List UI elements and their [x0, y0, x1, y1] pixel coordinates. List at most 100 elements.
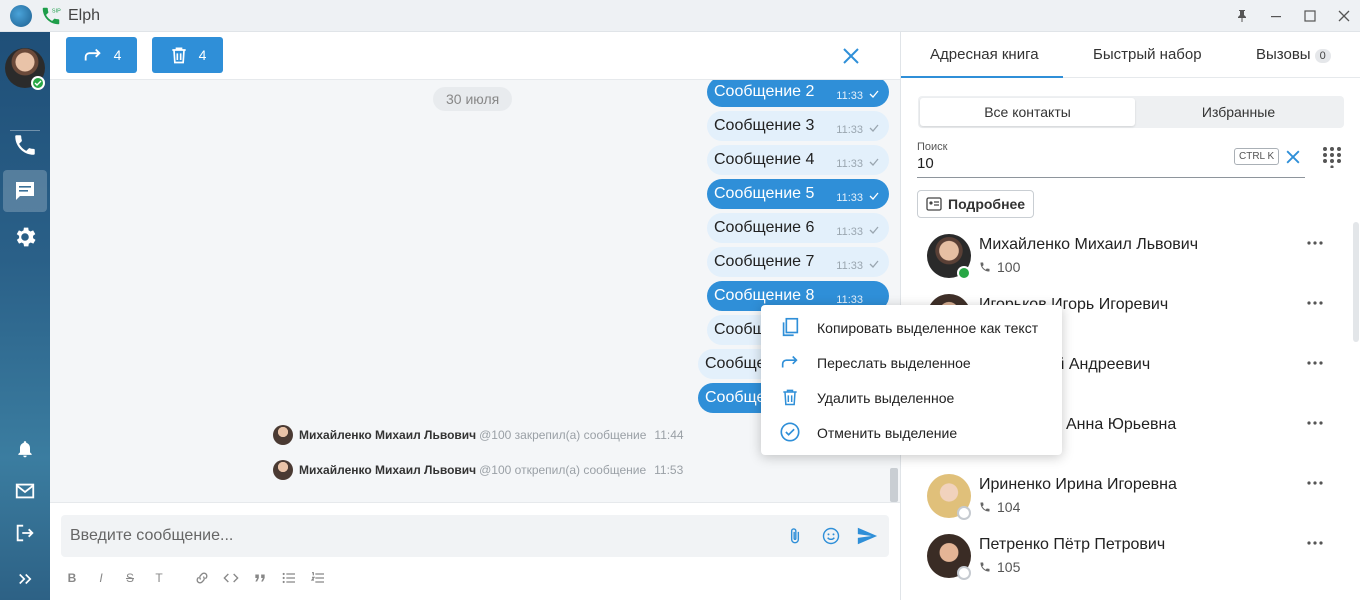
- minimize-icon: [1271, 16, 1281, 18]
- attach-button[interactable]: [783, 524, 807, 548]
- link-icon: [196, 572, 208, 584]
- format-strike-button[interactable]: S: [121, 569, 139, 587]
- format-bold-button[interactable]: B: [63, 569, 81, 587]
- contact-extension: 105: [979, 559, 1020, 575]
- chat-scrollbar[interactable]: [890, 468, 898, 502]
- event-action: @100 открепил(а) сообщение: [479, 463, 647, 477]
- more-options-icon[interactable]: [1307, 480, 1323, 486]
- bullet-list-icon: [282, 572, 295, 584]
- tab-speed-dial[interactable]: Быстрый набор: [1093, 46, 1202, 63]
- message-time: 11:33: [836, 192, 863, 204]
- cancel-selection-button[interactable]: [839, 44, 863, 68]
- segment-favorites[interactable]: Избранные: [1135, 98, 1342, 126]
- phone-icon: [980, 262, 990, 272]
- app-logo-icon: [10, 4, 32, 27]
- forward-icon: [84, 48, 101, 61]
- menu-item-forward-selected[interactable]: Переслать выделенное: [761, 345, 1062, 380]
- avatar: [273, 460, 293, 480]
- message-text: Сообщение 5: [714, 185, 815, 202]
- read-check-icon: [869, 124, 879, 132]
- more-options-icon[interactable]: [1307, 360, 1323, 366]
- dialpad-icon[interactable]: [1322, 146, 1342, 168]
- system-event: Михайленко Михаил Львович @100 закрепил(…: [273, 424, 684, 446]
- extension-number: 105: [997, 559, 1021, 575]
- offline-status-icon: [957, 566, 971, 580]
- contact-row[interactable]: Ириненко Ирина Игоревна 104: [901, 466, 1347, 526]
- details-button[interactable]: Подробнее: [917, 190, 1035, 218]
- message-bubble[interactable]: Сообщение 7 11:33: [707, 247, 889, 277]
- message-text: Сообщение 6: [714, 219, 815, 236]
- message-time: 11:33: [836, 226, 863, 238]
- contacts-filter: Все контакты Избранные: [918, 96, 1344, 128]
- system-event: Михайленко Михаил Львович @100 открепил(…: [273, 459, 683, 481]
- message-input[interactable]: Введите сообщение...: [61, 515, 889, 557]
- contact-name: Ириненко Ирина Игоревна: [979, 476, 1177, 493]
- search-input[interactable]: 10: [917, 155, 934, 172]
- message-text: Сообще: [705, 389, 766, 406]
- event-time: 11:53: [654, 463, 684, 477]
- tab-address-book[interactable]: Адресная книга: [930, 46, 1039, 63]
- check-circle-icon: [778, 420, 802, 444]
- rail-chat-button[interactable]: [3, 170, 47, 212]
- forward-selected-button[interactable]: 4: [66, 37, 137, 73]
- menu-item-copy-selected[interactable]: Копировать выделенное как текст: [761, 310, 1062, 345]
- message-bubble[interactable]: Сообщение 3 11:33: [707, 111, 889, 141]
- delete-selected-button[interactable]: 4: [152, 37, 223, 73]
- rail-expand-button[interactable]: [3, 558, 47, 600]
- close-window-button[interactable]: [1328, 0, 1360, 32]
- more-options-icon[interactable]: [1307, 540, 1323, 546]
- format-link-button[interactable]: [193, 569, 211, 587]
- message-time: 11:33: [836, 124, 863, 136]
- numbered-list-icon: [310, 572, 324, 583]
- contact-row[interactable]: Михайленко Михаил Львович 100: [901, 226, 1347, 286]
- message-bubble[interactable]: Сообщение 5 11:33: [707, 179, 889, 209]
- tab-calls[interactable]: Вызовы 0: [1256, 46, 1331, 63]
- format-bullet-list-button[interactable]: [280, 569, 298, 587]
- menu-item-cancel-selection[interactable]: Отменить выделение: [761, 415, 1062, 450]
- sip-phone-icon: SIP: [40, 5, 62, 27]
- message-placeholder: Введите сообщение...: [70, 527, 234, 544]
- send-button[interactable]: [855, 524, 879, 548]
- event-author: Михайленко Михаил Львович: [299, 463, 477, 477]
- contacts-scrollbar[interactable]: [1353, 222, 1359, 342]
- pin-window-button[interactable]: [1226, 0, 1258, 32]
- minimize-button[interactable]: [1260, 0, 1292, 32]
- message-text: Сообщ: [714, 321, 766, 338]
- format-heading-button[interactable]: T: [150, 569, 168, 587]
- paperclip-icon: [790, 528, 800, 544]
- rail-logout-button[interactable]: [3, 512, 47, 554]
- segment-all-contacts[interactable]: Все контакты: [920, 98, 1135, 126]
- read-check-icon: [869, 90, 879, 98]
- contact-name: Анна Юрьевна: [1066, 416, 1177, 433]
- read-check-icon: [869, 260, 879, 268]
- contact-name: Петренко Пётр Петрович: [979, 536, 1166, 553]
- rail-notifications-button[interactable]: [3, 428, 47, 470]
- rail-mail-button[interactable]: [3, 470, 47, 512]
- offline-status-icon: [957, 506, 971, 520]
- message-bubble[interactable]: Сообщение 2 11:33: [707, 80, 889, 107]
- gear-icon: [16, 227, 36, 247]
- event-action: @100 закрепил(а) сообщение: [479, 428, 647, 442]
- message-bubble[interactable]: Сообщение 4 11:33: [707, 145, 889, 175]
- more-options-icon[interactable]: [1307, 240, 1323, 246]
- more-options-icon[interactable]: [1307, 300, 1323, 306]
- message-bubble[interactable]: Сообщение 6 11:33: [707, 213, 889, 243]
- app-title: Elph: [68, 6, 101, 24]
- format-italic-button[interactable]: I: [92, 569, 110, 587]
- code-icon: [223, 573, 239, 583]
- emoji-button[interactable]: [819, 524, 843, 548]
- menu-item-delete-selected[interactable]: Удалить выделенное: [761, 380, 1062, 415]
- contact-row[interactable]: Петренко Пётр Петрович 105: [901, 526, 1347, 586]
- format-numbered-list-button[interactable]: [309, 569, 327, 587]
- rail-calls-button[interactable]: [3, 124, 47, 166]
- format-quote-button[interactable]: [251, 569, 269, 587]
- message-time: 11:33: [836, 90, 863, 102]
- maximize-button[interactable]: [1294, 0, 1326, 32]
- search-field[interactable]: Поиск 10 CTRL K: [917, 138, 1305, 178]
- more-options-icon[interactable]: [1307, 420, 1323, 426]
- search-label: Поиск: [917, 141, 948, 153]
- contact-name: Михайленко Михаил Львович: [979, 236, 1199, 253]
- clear-search-icon[interactable]: [1283, 147, 1303, 167]
- rail-settings-button[interactable]: [3, 216, 47, 258]
- format-code-button[interactable]: [222, 569, 240, 587]
